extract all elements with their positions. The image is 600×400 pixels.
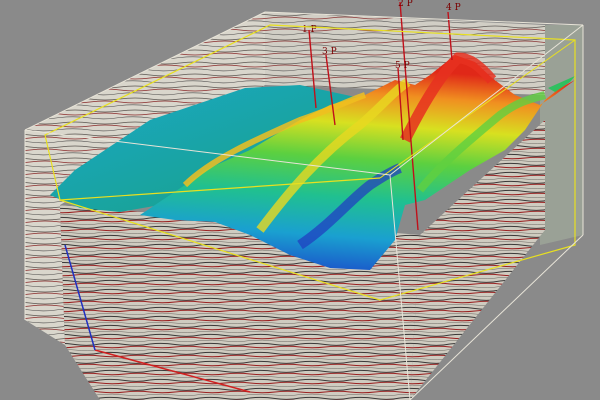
well-label-3p: 3 P <box>322 47 337 57</box>
well-label-5p: 5 P <box>395 61 410 71</box>
well-label-2p: 2 P <box>398 0 413 9</box>
back-right-face <box>540 25 583 245</box>
seismic-3d-viewport[interactable]: 1 P 3 P 5 P 2 P 4 P <box>0 0 600 400</box>
seismic-volume-scene[interactable]: 1 P 3 P 5 P 2 P 4 P <box>0 0 600 400</box>
well-label-4p: 4 P <box>446 3 461 13</box>
